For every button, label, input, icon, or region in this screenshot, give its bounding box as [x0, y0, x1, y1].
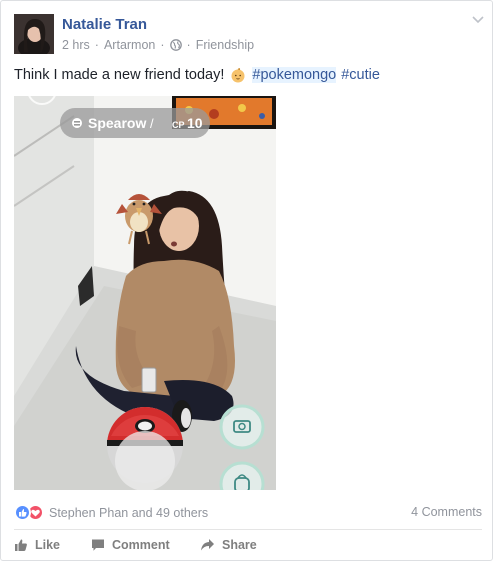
speech-bubble-icon: [92, 539, 104, 551]
feed-post: Natalie Tran 2 hrs · Artarmon · · Friend…: [0, 0, 493, 561]
share-button[interactable]: Share: [200, 538, 257, 552]
thumbs-up-icon: [15, 539, 27, 551]
reaction-names[interactable]: Stephen Phan and 49 others: [49, 506, 208, 520]
chevron-down-icon[interactable]: [471, 15, 485, 25]
share-label: Share: [222, 538, 257, 552]
globe-icon[interactable]: [169, 39, 182, 51]
cp-value: 10: [187, 115, 203, 131]
like-label: Like: [35, 538, 61, 552]
author-name[interactable]: Natalie Tran: [62, 16, 147, 33]
comments-count[interactable]: 4 Comments: [411, 505, 482, 519]
meta-separator: ·: [94, 38, 99, 52]
divider: [14, 529, 482, 530]
hashtag-link[interactable]: #pokemongo: [252, 67, 337, 83]
comment-button[interactable]: Comment: [91, 538, 170, 552]
hashtag-link[interactable]: #cutie: [341, 67, 380, 83]
baby-face-emoji-icon: [231, 68, 245, 83]
like-button[interactable]: Like: [14, 538, 60, 552]
post-audience[interactable]: Friendship: [196, 38, 254, 52]
reaction-summary[interactable]: Stephen Phan and 49 others: [14, 504, 208, 521]
share-arrow-icon: [201, 539, 214, 551]
post-text: Think I made a new friend today! #pokemo…: [14, 67, 380, 83]
post-time[interactable]: 2 hrs: [62, 38, 90, 52]
author-avatar[interactable]: [14, 14, 54, 54]
meta-separator: ·: [186, 38, 191, 52]
meta-separator: ·: [160, 38, 165, 52]
post-location[interactable]: Artarmon: [104, 38, 155, 52]
like-reaction-icon: [14, 504, 31, 521]
post-photo[interactable]: Spearow / CP 10: [14, 96, 276, 490]
svg-text:/: /: [150, 116, 154, 131]
status-text: Think I made a new friend today!: [14, 67, 225, 83]
post-meta: 2 hrs · Artarmon · · Friendship: [62, 38, 254, 52]
pokemon-name: Spearow: [88, 115, 146, 131]
comment-label: Comment: [112, 538, 170, 552]
cp-label: CP: [172, 120, 185, 130]
